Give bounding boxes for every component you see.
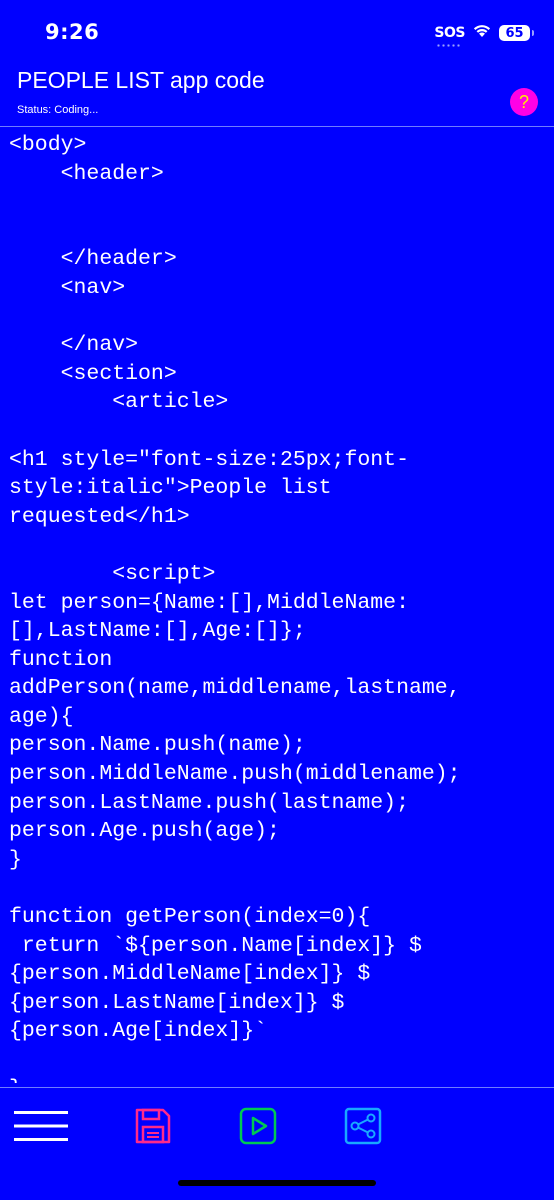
run-button[interactable] xyxy=(238,1106,278,1146)
app-header: PEOPLE LIST app code Status: Coding... ? xyxy=(0,62,554,127)
battery-level: 65 xyxy=(505,25,524,41)
status-time: 9:26 xyxy=(45,20,100,44)
battery-icon: 65 xyxy=(499,25,534,41)
page-title: PEOPLE LIST app code xyxy=(17,67,265,93)
save-icon xyxy=(135,1108,171,1144)
wifi-icon xyxy=(472,23,492,43)
bottom-toolbar xyxy=(0,1087,554,1168)
help-icon: ? xyxy=(518,91,529,112)
status-bar: 9:26 SOS 65 xyxy=(0,0,554,62)
help-button[interactable]: ? xyxy=(510,88,538,116)
run-icon xyxy=(239,1107,277,1145)
sos-indicator: SOS xyxy=(434,25,465,47)
status-text: Status: Coding... xyxy=(17,104,99,116)
share-icon xyxy=(344,1107,382,1145)
status-indicators: SOS 65 xyxy=(434,23,534,47)
menu-icon xyxy=(14,1111,68,1141)
signal-dots-icon xyxy=(436,44,463,47)
save-button[interactable] xyxy=(133,1106,173,1146)
sos-label: SOS xyxy=(434,25,465,41)
menu-button[interactable] xyxy=(14,1106,68,1146)
home-indicator[interactable] xyxy=(178,1180,376,1186)
share-button[interactable] xyxy=(343,1106,383,1146)
code-text[interactable]: <body> <header> </header> <nav> </nav> <… xyxy=(9,131,549,1083)
code-editor[interactable]: <body> <header> </header> <nav> </nav> <… xyxy=(9,131,549,1083)
